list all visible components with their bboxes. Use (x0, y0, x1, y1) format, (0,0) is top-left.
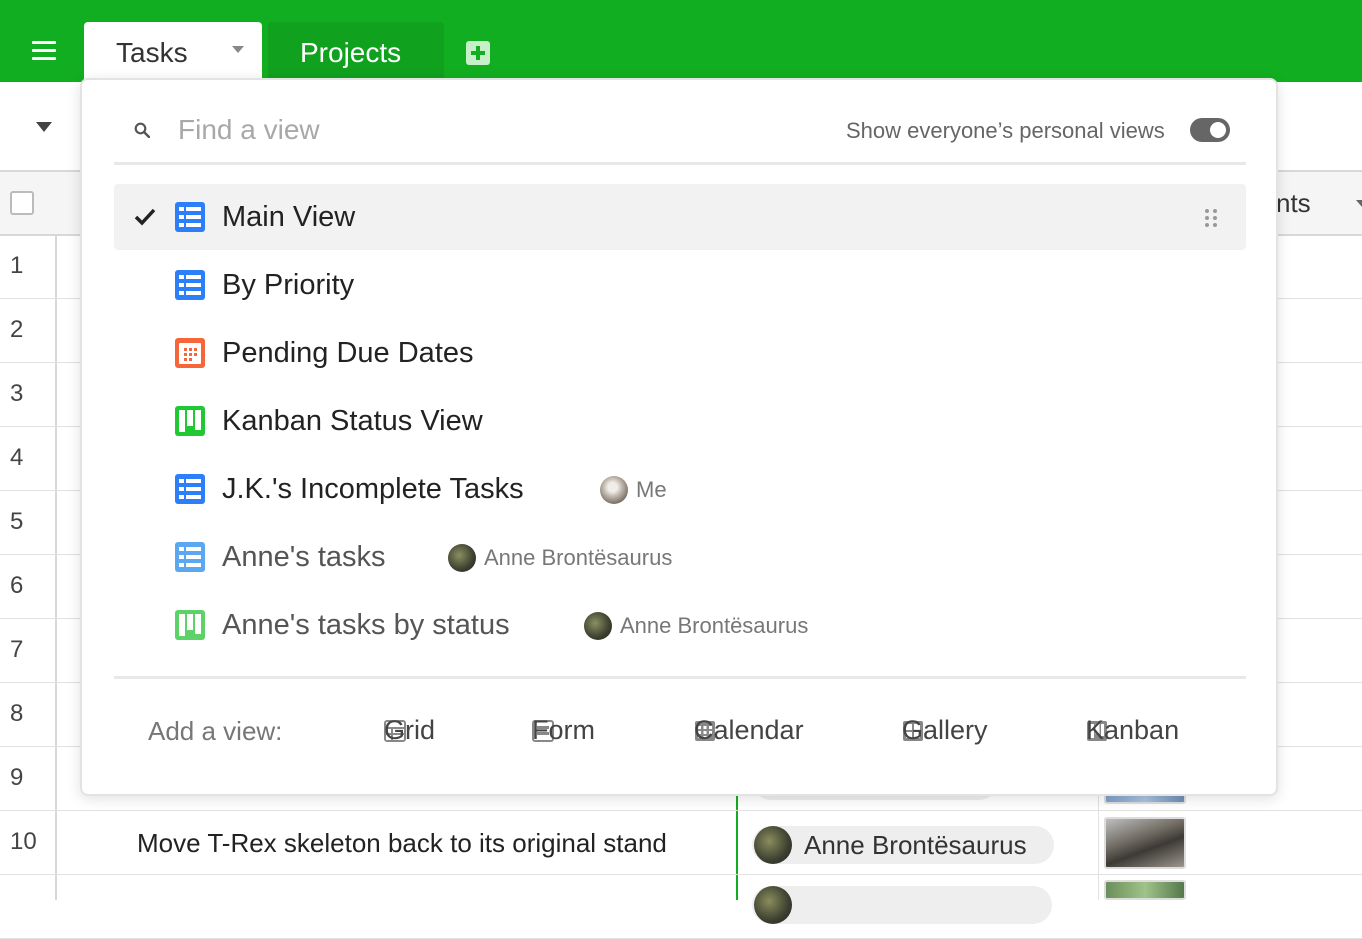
divider (114, 676, 1246, 679)
personal-views-toggle[interactable] (1190, 118, 1230, 142)
view-item[interactable]: Main View (114, 184, 1246, 250)
select-all-checkbox[interactable] (10, 191, 34, 215)
row-number: 9 (10, 764, 24, 791)
view-name: J.K.'s Incomplete Tasks (222, 473, 524, 505)
owner-name: Anne Brontësaurus (484, 545, 673, 570)
view-name: Anne's tasks by status (222, 609, 510, 641)
view-item[interactable]: Anne's tasks by status Anne Brontësaurus (114, 592, 1246, 658)
attachment-thumbnail[interactable] (1104, 817, 1186, 869)
kanban-view-icon (174, 405, 206, 437)
row-number: 4 (10, 444, 24, 471)
row-number: 5 (10, 508, 24, 535)
view-name: Main View (222, 201, 356, 233)
avatar (600, 476, 628, 504)
top-bar: Tasks Projects (0, 0, 1362, 82)
grid-view-icon (174, 201, 206, 233)
view-name: Kanban Status View (222, 405, 483, 437)
row-number: 6 (10, 572, 24, 599)
row-number: 8 (10, 700, 24, 727)
search-icon (134, 122, 150, 138)
find-view-input[interactable] (178, 110, 678, 150)
view-name: Anne's tasks (222, 541, 386, 573)
task-name-cell[interactable]: Move T-Rex skeleton back to its original… (137, 828, 667, 859)
caret-down-icon[interactable] (36, 122, 52, 132)
row-number: 2 (10, 316, 24, 343)
assignee-pill[interactable]: Anne Brontësaurus (752, 826, 1054, 864)
grid-view-icon (174, 473, 206, 505)
view-item[interactable]: J.K.'s Incomplete Tasks Me (114, 456, 1246, 522)
view-switcher-dropdown: Show everyone’s personal views Main View… (80, 78, 1278, 796)
row-number: 10 (10, 828, 37, 855)
attachment-thumbnail[interactable] (1104, 880, 1186, 900)
assignee-name: Anne Brontësaurus (804, 830, 1027, 860)
view-item[interactable]: Anne's tasks Anne Brontësaurus (114, 524, 1246, 590)
view-name: Pending Due Dates (222, 337, 474, 369)
divider (114, 162, 1246, 165)
calendar-view-icon (174, 337, 206, 369)
row-number-column (0, 236, 57, 900)
tab-tasks[interactable]: Tasks (84, 22, 262, 82)
tab-projects[interactable]: Projects (268, 22, 444, 82)
toggle-label: Show everyone’s personal views (846, 118, 1165, 143)
owner-name: Me (636, 477, 667, 502)
tab-label: Projects (300, 37, 402, 68)
kanban-view-icon (174, 609, 206, 641)
add-view-option-label: Gallery (902, 715, 988, 745)
avatar (754, 826, 792, 864)
avatar (448, 544, 476, 572)
row-divider (0, 810, 1362, 811)
drag-handle-icon[interactable] (1204, 208, 1218, 228)
add-view-option-label: Kanban (1086, 715, 1180, 745)
add-view-option-label: Form (532, 715, 595, 745)
checkmark-icon (134, 206, 156, 228)
hamburger-menu-icon[interactable] (32, 41, 56, 61)
grid-view-icon (174, 269, 206, 301)
column-menu-icon[interactable] (1356, 200, 1362, 207)
view-item[interactable]: Pending Due Dates (114, 320, 1246, 386)
avatar (584, 612, 612, 640)
grid-view-icon (174, 541, 206, 573)
owner-name: Anne Brontësaurus (620, 613, 809, 638)
chevron-down-icon[interactable] (232, 46, 244, 53)
tab-label: Tasks (116, 37, 188, 68)
avatar (754, 886, 792, 924)
add-view-label: Add a view: (148, 716, 283, 746)
row-number: 3 (10, 380, 24, 407)
view-name: By Priority (222, 269, 355, 301)
row-number: 1 (10, 252, 24, 279)
column-header-label[interactable]: nts (1276, 188, 1311, 219)
view-item[interactable]: Kanban Status View (114, 388, 1246, 454)
view-item[interactable]: By Priority (114, 252, 1246, 318)
row-divider (0, 874, 1362, 875)
add-table-icon[interactable] (466, 41, 490, 65)
assignee-pill[interactable] (752, 886, 1052, 924)
add-view-option-label: Grid (384, 715, 436, 745)
add-view-option-label: Calendar (694, 715, 804, 745)
row-number: 7 (10, 636, 24, 663)
